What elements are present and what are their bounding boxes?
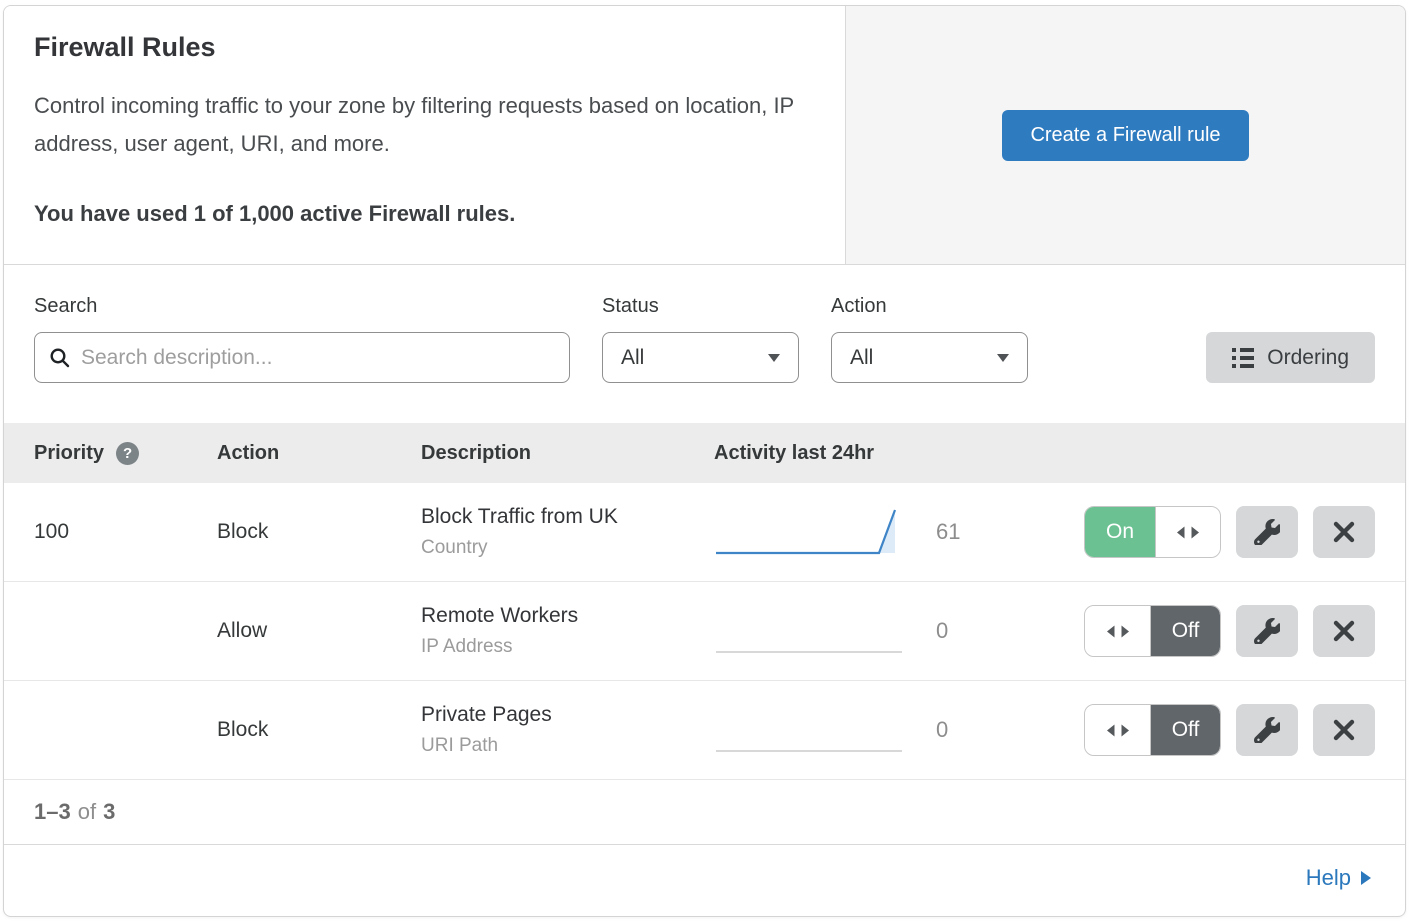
- activity-sparkline: [714, 702, 904, 758]
- close-icon: [1333, 719, 1355, 741]
- status-label: Status: [602, 295, 799, 318]
- help-bar: Help: [4, 844, 1405, 910]
- edit-rule-button[interactable]: [1236, 506, 1298, 558]
- search-group: Search: [34, 295, 570, 383]
- edit-rule-button[interactable]: [1236, 704, 1298, 756]
- help-link-label: Help: [1306, 865, 1351, 891]
- rule-action: Block: [217, 718, 421, 742]
- delete-rule-button[interactable]: [1313, 704, 1375, 756]
- chevron-down-icon: [768, 354, 780, 362]
- left-right-arrows-icon: [1177, 526, 1199, 539]
- pagination-range: 1–3: [34, 799, 71, 825]
- table-row: 100 Block Block Traffic from UK Country …: [4, 483, 1405, 582]
- toggle-knob: [1155, 507, 1220, 557]
- rule-priority: 100: [34, 520, 217, 544]
- status-select[interactable]: All: [602, 332, 799, 383]
- activity-cell: 0: [714, 702, 964, 758]
- pagination-bar: 1–3 of 3: [4, 780, 1405, 844]
- wrench-icon: [1254, 717, 1280, 743]
- pagination-total: 3: [103, 799, 115, 825]
- rule-match-type: Country: [421, 537, 714, 559]
- activity-cell: 61: [714, 504, 964, 560]
- header-action-panel: Create a Firewall rule: [845, 6, 1405, 264]
- table-row: Block Private Pages URI Path 0 Off: [4, 681, 1405, 780]
- rule-controls: On: [964, 506, 1375, 558]
- search-label: Search: [34, 295, 570, 318]
- wrench-icon: [1254, 618, 1280, 644]
- rule-action: Block: [217, 520, 421, 544]
- filter-bar: Search Status All Action All: [4, 265, 1405, 423]
- left-right-arrows-icon: [1107, 724, 1129, 737]
- left-right-arrows-icon: [1107, 625, 1129, 638]
- search-input[interactable]: [81, 346, 555, 370]
- priority-help-icon[interactable]: ?: [116, 442, 139, 465]
- wrench-icon: [1254, 519, 1280, 545]
- action-filter-group: Action All: [831, 295, 1028, 383]
- edit-rule-button[interactable]: [1236, 605, 1298, 657]
- help-link[interactable]: Help: [1306, 865, 1371, 891]
- action-label: Action: [831, 295, 1028, 318]
- table-header-row: Priority ? Action Description Activity l…: [4, 423, 1405, 483]
- rule-controls: Off: [964, 605, 1375, 657]
- firewall-rules-card: Firewall Rules Control incoming traffic …: [3, 5, 1406, 917]
- toggle-knob: [1085, 705, 1151, 755]
- rule-controls: Off: [964, 704, 1375, 756]
- create-firewall-rule-button[interactable]: Create a Firewall rule: [1002, 110, 1248, 161]
- ordering-button-label: Ordering: [1267, 346, 1349, 370]
- rule-description-cell: Remote Workers IP Address: [421, 604, 714, 658]
- rule-description[interactable]: Private Pages: [421, 703, 714, 727]
- activity-count: 0: [936, 618, 948, 644]
- close-icon: [1333, 521, 1355, 543]
- arrow-right-icon: [1361, 871, 1371, 885]
- rule-match-type: IP Address: [421, 636, 714, 658]
- rule-description-cell: Private Pages URI Path: [421, 703, 714, 757]
- usage-summary: You have used 1 of 1,000 active Firewall…: [34, 201, 815, 227]
- column-header-action: Action: [217, 442, 421, 465]
- rule-description[interactable]: Block Traffic from UK: [421, 505, 714, 529]
- rule-action: Allow: [217, 619, 421, 643]
- toggle-state-label: On: [1085, 507, 1155, 557]
- status-filter-group: Status All: [602, 295, 799, 383]
- activity-cell: 0: [714, 603, 964, 659]
- activity-sparkline: [714, 603, 904, 659]
- delete-rule-button[interactable]: [1313, 605, 1375, 657]
- rule-enabled-toggle[interactable]: Off: [1084, 704, 1221, 756]
- header-section: Firewall Rules Control incoming traffic …: [4, 6, 1405, 265]
- list-ordering-icon: [1232, 348, 1254, 368]
- toggle-state-label: Off: [1151, 606, 1220, 656]
- status-selected-value: All: [621, 346, 644, 370]
- column-header-priority: Priority ?: [34, 442, 217, 465]
- page-title: Firewall Rules: [34, 32, 815, 63]
- rule-match-type: URI Path: [421, 735, 714, 757]
- rule-description-cell: Block Traffic from UK Country: [421, 505, 714, 559]
- ordering-button[interactable]: Ordering: [1206, 332, 1375, 383]
- column-header-activity: Activity last 24hr: [714, 442, 964, 465]
- delete-rule-button[interactable]: [1313, 506, 1375, 558]
- toggle-state-label: Off: [1151, 705, 1220, 755]
- page-description: Control incoming traffic to your zone by…: [34, 87, 809, 163]
- column-header-description: Description: [421, 442, 714, 465]
- activity-sparkline: [714, 504, 904, 560]
- rule-enabled-toggle[interactable]: Off: [1084, 605, 1221, 657]
- pagination-of: of: [78, 799, 96, 825]
- search-box[interactable]: [34, 332, 570, 383]
- table-row: Allow Remote Workers IP Address 0 Off: [4, 582, 1405, 681]
- close-icon: [1333, 620, 1355, 642]
- rule-description[interactable]: Remote Workers: [421, 604, 714, 628]
- activity-count: 0: [936, 717, 948, 743]
- activity-count: 61: [936, 519, 960, 545]
- search-icon: [49, 347, 71, 369]
- priority-header-label: Priority: [34, 442, 104, 465]
- action-selected-value: All: [850, 346, 873, 370]
- rule-enabled-toggle[interactable]: On: [1084, 506, 1221, 558]
- chevron-down-icon: [997, 354, 1009, 362]
- toggle-knob: [1085, 606, 1151, 656]
- header-text-block: Firewall Rules Control incoming traffic …: [4, 6, 845, 264]
- action-select[interactable]: All: [831, 332, 1028, 383]
